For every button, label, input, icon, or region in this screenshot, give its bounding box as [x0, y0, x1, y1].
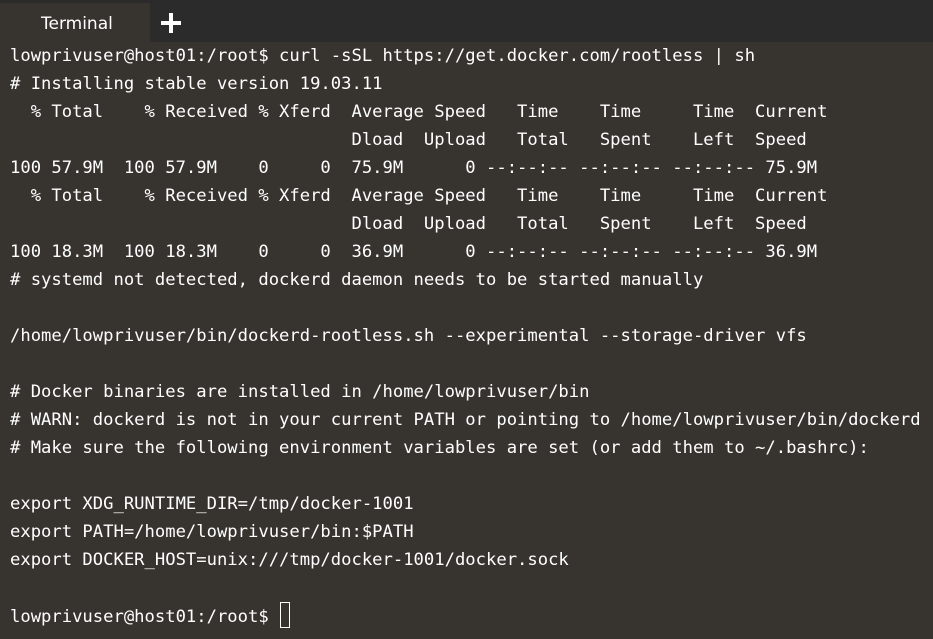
terminal-line: # systemd not detected, dockerd daemon n…: [10, 270, 704, 290]
terminal-line: 100 18.3M 100 18.3M 0 0 36.9M 0 --:--:--…: [10, 242, 818, 262]
tab-terminal[interactable]: Terminal: [0, 3, 150, 42]
prompt-line[interactable]: lowprivuser@host01:/root$: [10, 602, 930, 630]
plus-icon: [161, 13, 181, 33]
tab-bar: Terminal: [0, 0, 933, 42]
new-tab-button[interactable]: [157, 9, 185, 37]
terminal-line: Dload Upload Total Spent Left Speed: [10, 214, 807, 234]
terminal-line: # Installing stable version 19.03.11: [10, 74, 383, 94]
shell-prompt: lowprivuser@host01:/root$: [10, 607, 280, 627]
terminal-line: /home/lowprivuser/bin/dockerd-rootless.s…: [10, 326, 807, 346]
terminal-output[interactable]: lowprivuser@host01:/root$ curl -sSL http…: [10, 42, 930, 632]
terminal-line: export PATH=/home/lowprivuser/bin:$PATH: [10, 522, 414, 542]
text-cursor: [280, 602, 291, 628]
terminal-line: export DOCKER_HOST=unix:///tmp/docker-10…: [10, 550, 569, 570]
terminal-line: Dload Upload Total Spent Left Speed: [10, 130, 807, 150]
terminal-line: lowprivuser@host01:/root$ curl -sSL http…: [10, 46, 756, 66]
terminal-line: % Total % Received % Xferd Average Speed…: [10, 186, 828, 206]
terminal-line: # Docker binaries are installed in /home…: [10, 382, 590, 402]
terminal-line: # Make sure the following environment va…: [10, 438, 869, 458]
terminal-line: % Total % Received % Xferd Average Speed…: [10, 102, 828, 122]
terminal-line: 100 57.9M 100 57.9M 0 0 75.9M 0 --:--:--…: [10, 158, 818, 178]
terminal-line: # WARN: dockerd is not in your current P…: [10, 410, 921, 430]
terminal-line: export XDG_RUNTIME_DIR=/tmp/docker-1001: [10, 494, 414, 514]
tab-label: Terminal: [41, 14, 113, 34]
